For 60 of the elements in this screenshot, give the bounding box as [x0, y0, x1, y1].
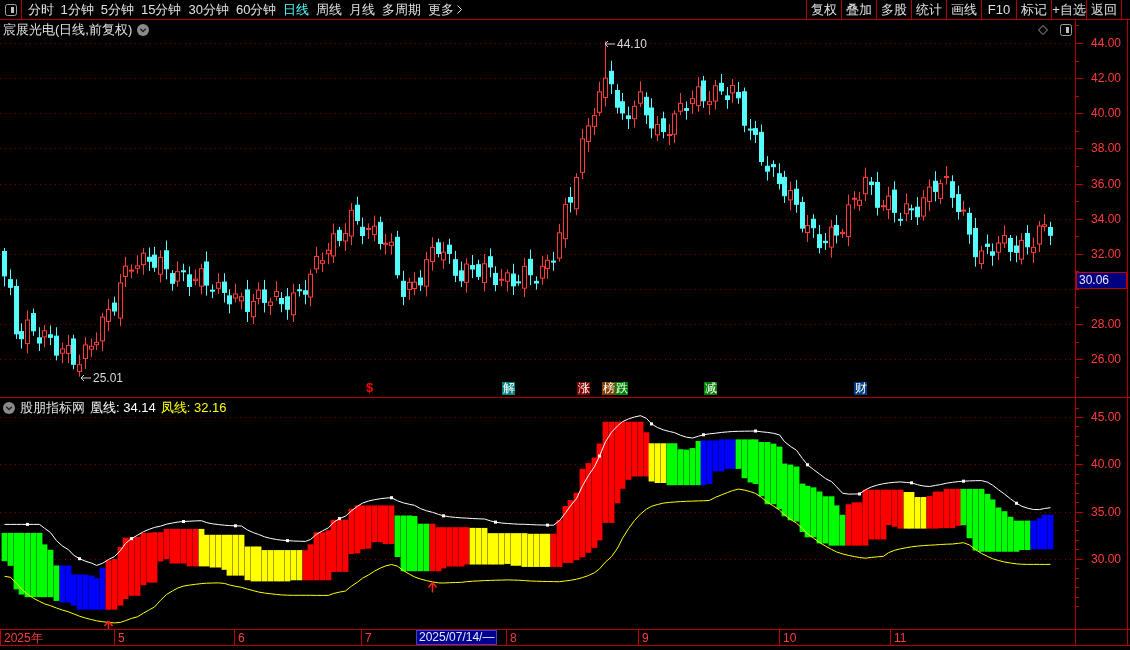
time-axis-label: 9 [638, 630, 649, 646]
current-price-flag: 30.06 [1076, 272, 1127, 289]
period-tab[interactable]: 30分钟 [184, 0, 233, 19]
toolbar-button[interactable]: +自选 [1051, 0, 1086, 19]
toolbar-button[interactable]: F10 [981, 0, 1016, 19]
axis-label: 34.00 [1091, 212, 1122, 226]
event-tag[interactable]: 跌 [615, 382, 628, 395]
event-tag[interactable]: 解 [502, 382, 515, 395]
arrow-left-icon [80, 374, 91, 382]
event-tag[interactable]: 财 [854, 382, 867, 395]
time-axis-label: 10 [779, 630, 797, 646]
toolbar-button[interactable]: 画线 [946, 0, 981, 19]
axis-label: 30.00 [1091, 552, 1122, 566]
axis-label: 26.00 [1091, 352, 1122, 366]
panel-toggle-icon[interactable] [4, 3, 17, 16]
time-axis-label: 8 [506, 630, 517, 646]
axis-label: 32.00 [1091, 247, 1122, 261]
toolbar-button[interactable]: 返回 [1086, 0, 1121, 19]
toolbar-button[interactable]: 叠加 [841, 0, 876, 19]
axis-label: 35.00 [1091, 505, 1122, 519]
period-tab[interactable]: 5分钟 [97, 0, 138, 19]
axis-label: 42.00 [1091, 71, 1122, 85]
axis-label: 45.00 [1091, 410, 1122, 424]
high-price-label: 44.10 [617, 37, 648, 51]
panel-toggle-icon[interactable] [1060, 24, 1072, 36]
period-tab[interactable]: 60分钟 [232, 0, 280, 19]
event-tag[interactable]: 榜 [602, 382, 615, 395]
toolbar-button[interactable]: 统计 [911, 0, 946, 19]
period-tab[interactable]: 周线 [312, 0, 346, 19]
axis-label: 36.00 [1091, 177, 1122, 191]
arrow-left-icon [604, 40, 615, 48]
axis-label: 38.00 [1091, 141, 1122, 155]
axis-label: 40.00 [1091, 457, 1122, 471]
time-axis-label: 5 [114, 630, 125, 646]
toolbar-button[interactable]: 多股 [876, 0, 911, 19]
period-tab[interactable]: 多周期 [378, 0, 425, 19]
event-tag[interactable]: 涨 [577, 382, 590, 395]
period-tab[interactable]: 月线 [345, 0, 379, 19]
period-tab[interactable]: 分时 [24, 0, 57, 19]
cursor-date-label: 2025/07/14/— [416, 630, 498, 645]
event-marker[interactable]: $ [366, 381, 374, 395]
more-button[interactable]: 更多 [424, 0, 466, 19]
axis-label: 28.00 [1091, 317, 1122, 331]
period-tab[interactable]: 1分钟 [57, 0, 98, 19]
dropdown-icon[interactable] [137, 23, 150, 36]
low-price-label: 25.01 [93, 371, 124, 385]
time-axis-label: 11 [890, 630, 907, 646]
stock-title: 宸展光电(日线,前复权) [3, 22, 133, 37]
chevron-right-icon [457, 5, 463, 14]
time-axis-label: 2025年 [0, 630, 43, 646]
period-tab[interactable]: 15分钟 [137, 0, 185, 19]
event-tag[interactable]: 减 [704, 382, 717, 395]
period-tab[interactable]: 日线 [279, 0, 313, 19]
time-axis-label: 6 [234, 630, 245, 646]
axis-label: 44.00 [1091, 36, 1122, 50]
toolbar-button[interactable]: 标记 [1016, 0, 1051, 19]
toolbar-button[interactable]: 复权 [806, 0, 841, 19]
diamond-icon[interactable] [1038, 25, 1048, 35]
axis-label: 40.00 [1091, 106, 1122, 120]
time-axis-label: 7 [361, 630, 372, 646]
